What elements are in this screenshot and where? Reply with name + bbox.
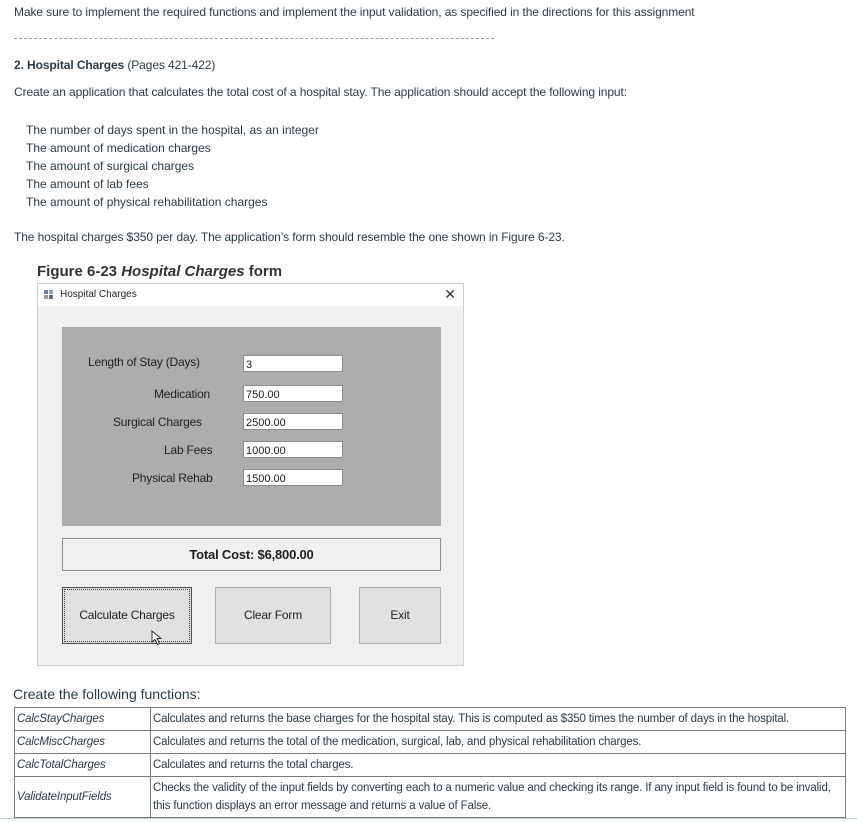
clear-form-button[interactable]: Clear Form [215,587,331,644]
input-list-item: The amount of surgical charges [26,159,195,173]
section-heading: 2. Hospital Charges (Pages 421-422) [14,58,215,72]
input-panel: Length of Stay (Days) Medication Surgica… [62,327,441,526]
calculate-charges-button[interactable]: Calculate Charges [62,587,192,644]
table-row: CalcTotalCharges Calculates and returns … [14,753,846,777]
dashed-divider [14,38,494,39]
mouse-cursor-icon [151,630,163,646]
function-name: CalcTotalCharges [14,753,151,777]
section-heading-title: 2. Hospital Charges [14,58,125,72]
rate-note: The hospital charges $350 per day. The a… [14,230,565,244]
input-list-item: The amount of physical rehabilitation ch… [26,195,268,209]
function-description: Calculates and returns the total of the … [150,730,846,754]
function-description: Calculates and returns the base charges … [150,707,846,731]
label-length-of-stay: Length of Stay (Days) [88,355,200,369]
functions-table: CalcStayCharges Calculates and returns t… [14,707,846,818]
function-name: ValidateInputFields [14,776,151,818]
medication-input[interactable] [243,385,343,402]
table-row: CalcMiscCharges Calculates and returns t… [14,730,846,754]
figure-caption-prefix: Figure 6-23 [37,263,122,280]
label-medication: Medication [154,387,211,401]
function-name: CalcMiscCharges [14,730,151,754]
surgical-charges-input[interactable] [243,413,343,430]
table-row: ValidateInputFields Checks the validity … [14,776,846,818]
bottom-divider [0,818,857,819]
section-description: Create an application that calculates th… [14,85,627,99]
function-name: CalcStayCharges [14,707,151,731]
input-list-item: The amount of lab fees [26,177,149,191]
label-lab-fees: Lab Fees [164,443,213,457]
app-window-icon [44,290,54,299]
function-description: Checks the validity of the input fields … [150,776,846,818]
close-icon[interactable]: ✕ [444,286,456,303]
window-titlebar: Hospital Charges ✕ [38,284,463,306]
input-list: The number of days spent in the hospital… [26,121,319,211]
function-description: Calculates and returns the total charges… [150,753,846,777]
exit-button[interactable]: Exit [359,587,441,644]
label-physical-rehab: Physical Rehab [132,471,213,485]
hospital-charges-window: Hospital Charges ✕ Length of Stay (Days)… [37,283,464,666]
input-list-item: The number of days spent in the hospital… [26,123,319,137]
physical-rehab-input[interactable] [243,469,343,486]
total-cost-label: Total Cost: $6,800.00 [62,538,441,571]
figure-caption: Figure 6-23 Hospital Charges form [37,263,282,280]
intro-text: Make sure to implement the required func… [14,5,695,19]
length-of-stay-input[interactable] [243,355,343,372]
table-row: CalcStayCharges Calculates and returns t… [14,707,846,731]
window-title: Hospital Charges [60,289,137,300]
figure-caption-suffix: form [244,263,283,280]
label-surgical-charges: Surgical Charges [113,415,202,429]
figure-caption-italic: Hospital Charges [121,263,245,280]
functions-title: Create the following functions: [13,686,201,702]
section-heading-pages: (Pages 421-422) [124,58,216,72]
lab-fees-input[interactable] [243,441,343,458]
input-list-item: The amount of medication charges [26,141,211,155]
